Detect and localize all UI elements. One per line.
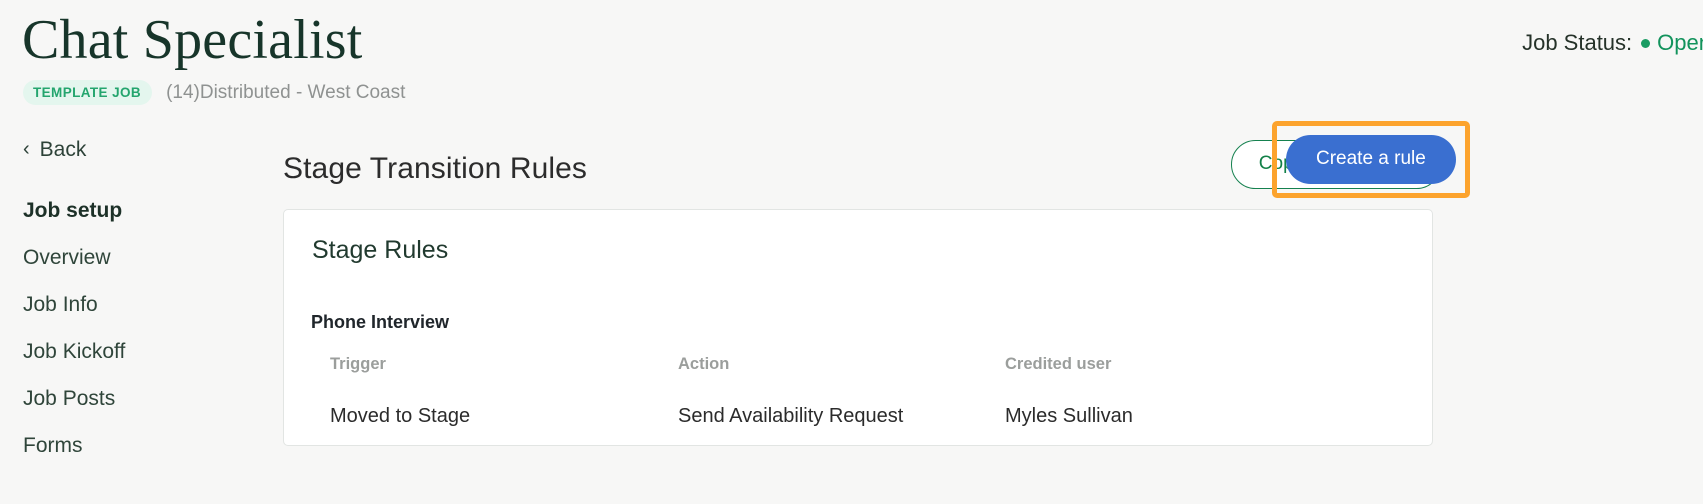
sidebar-item-job-kickoff[interactable]: Job Kickoff xyxy=(0,328,270,375)
sidebar-item-label: Job setup xyxy=(23,199,122,223)
page-title: Chat Specialist xyxy=(22,6,363,74)
section-title: Stage Transition Rules xyxy=(283,152,587,186)
job-meta-row: TEMPLATE JOB (14)Distributed - West Coas… xyxy=(23,80,405,105)
column-header-credited-user: Credited user xyxy=(1005,355,1325,374)
sidebar: ‹ Back Job setup Overview Job Info Job K… xyxy=(0,138,270,469)
status-value: Open xyxy=(1657,30,1703,56)
main-content: Stage Transition Rules Copy to other job… xyxy=(283,130,1703,208)
create-rule-highlight: Create a rule xyxy=(1272,121,1470,198)
sidebar-item-label: Forms xyxy=(23,434,83,458)
status-badge: Job Status: Open xyxy=(1522,30,1703,56)
sidebar-item-job-info[interactable]: Job Info xyxy=(0,281,270,328)
sidebar-nav: Job setup Overview Job Info Job Kickoff … xyxy=(0,187,270,469)
job-subtitle: (14)Distributed - West Coast xyxy=(166,82,405,104)
column-header-action: Action xyxy=(678,355,1005,374)
main-header: Stage Transition Rules Copy to other job… xyxy=(283,130,1703,208)
sidebar-item-overview[interactable]: Overview xyxy=(0,234,270,281)
stage-group-name: Phone Interview xyxy=(284,265,1432,333)
create-a-rule-button[interactable]: Create a rule xyxy=(1286,135,1456,184)
sidebar-item-label: Job Kickoff xyxy=(23,340,125,364)
cell-trigger: Moved to Stage xyxy=(330,405,678,428)
template-job-badge: TEMPLATE JOB xyxy=(23,80,152,105)
job-stage-rules-page: Chat Specialist TEMPLATE JOB (14)Distrib… xyxy=(0,0,1703,504)
cell-credited-user: Myles Sullivan xyxy=(1005,405,1325,428)
stage-rules-card: Stage Rules Phone Interview Trigger Acti… xyxy=(283,209,1433,446)
column-header-trigger: Trigger xyxy=(330,355,678,374)
sidebar-item-label: Job Posts xyxy=(23,387,115,411)
table-row[interactable]: Moved to Stage Send Availability Request… xyxy=(330,405,1432,428)
chevron-left-icon: ‹ xyxy=(23,139,30,159)
sidebar-item-job-posts[interactable]: Job Posts xyxy=(0,375,270,422)
table-header-row: Trigger Action Credited user xyxy=(330,355,1432,374)
stage-rules-table: Trigger Action Credited user Moved to St… xyxy=(284,355,1432,428)
sidebar-item-label: Overview xyxy=(23,246,111,270)
sidebar-item-job-setup[interactable]: Job setup xyxy=(0,187,270,234)
status-label: Job Status: xyxy=(1522,30,1632,56)
back-button[interactable]: ‹ Back xyxy=(0,138,270,162)
back-label: Back xyxy=(40,138,87,162)
sidebar-item-label: Job Info xyxy=(23,293,98,317)
status-dot-icon xyxy=(1641,39,1650,48)
card-title: Stage Rules xyxy=(284,210,1432,265)
sidebar-item-forms[interactable]: Forms xyxy=(0,422,270,469)
cell-action: Send Availability Request xyxy=(678,405,1005,428)
